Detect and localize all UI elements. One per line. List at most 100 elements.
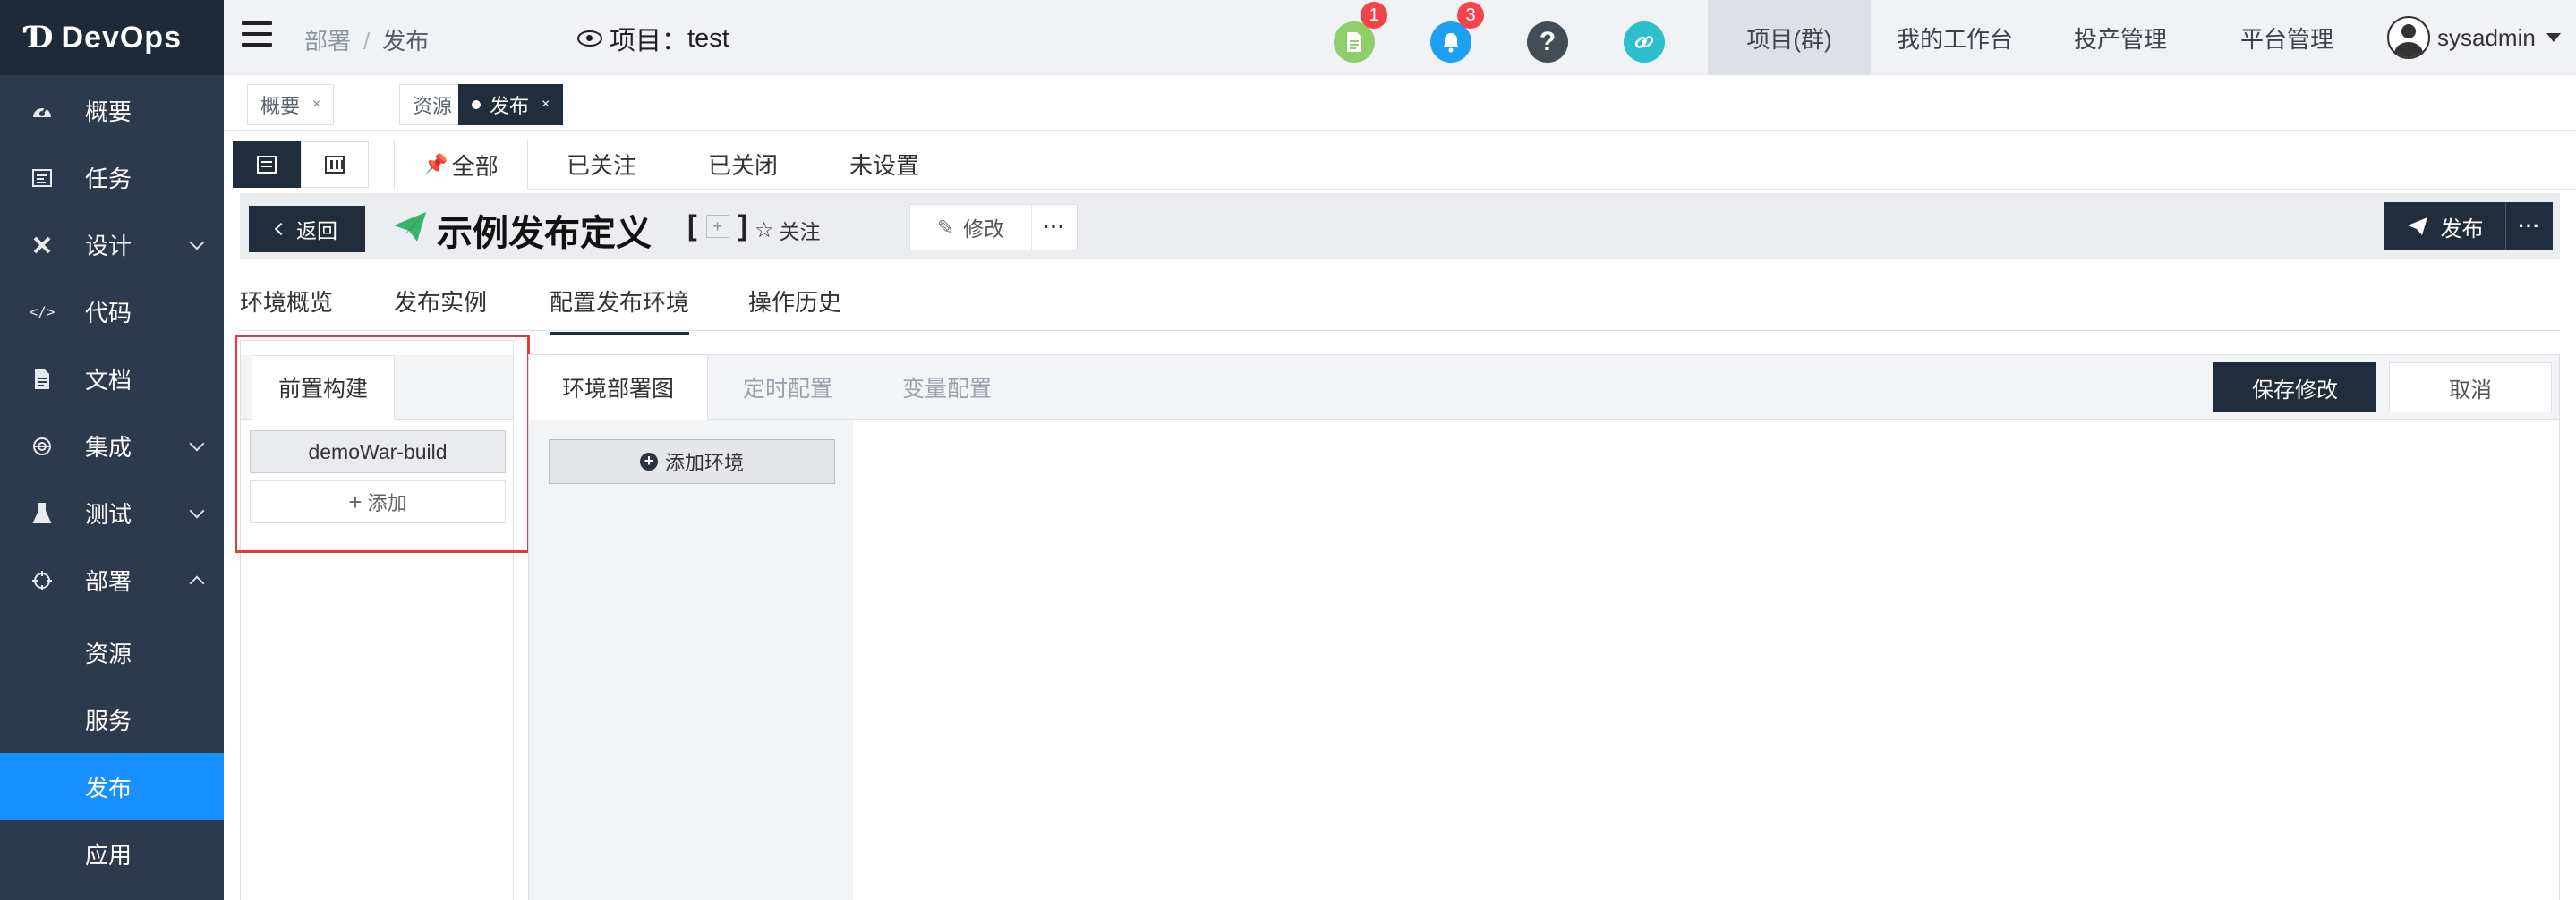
sidebar-subitem-services[interactable]: 服务: [0, 686, 224, 753]
plus-circle-icon: +: [639, 453, 658, 471]
menu-workbench[interactable]: 我的工作台: [1871, 0, 2039, 75]
project-selector[interactable]: 项目： test: [577, 20, 729, 57]
task-icon: [30, 166, 54, 190]
tab-pre-build[interactable]: 前置构建: [252, 355, 395, 420]
notice-count-badge: 1: [1361, 2, 1387, 29]
plus-icon: +: [348, 488, 363, 515]
menu-projects[interactable]: 项目(群): [1708, 0, 1871, 75]
user-menu[interactable]: sysadmin: [2387, 16, 2561, 59]
document-notice-icon[interactable]: 1: [1334, 2, 1387, 63]
help-icon[interactable]: ?: [1527, 21, 1568, 63]
edit-label: 修改: [963, 217, 1005, 241]
sidebar-label: 发布: [85, 775, 132, 802]
menu-production[interactable]: 投产管理: [2039, 0, 2202, 75]
chevron-down-icon: [189, 503, 205, 518]
help-glyph: ?: [1539, 27, 1557, 56]
sidebar-item-design[interactable]: 设计: [0, 211, 224, 278]
tab-deployment-diagram[interactable]: 环境部署图: [529, 355, 708, 420]
devops-logo-icon: Ɗ: [27, 20, 55, 55]
filter-tab-closed[interactable]: 已关闭: [675, 140, 811, 190]
filter-tab-label: 全部: [451, 152, 499, 180]
tab-variable-config[interactable]: 变量配置: [867, 355, 1027, 420]
paper-plane-icon: [2407, 217, 2427, 235]
bell-icon[interactable]: 3: [1430, 2, 1484, 63]
page-tab-label: 发布: [490, 95, 530, 117]
publish-button-group: 发布 ···: [2384, 202, 2553, 250]
tab-configure-environment[interactable]: 配置发布环境: [550, 284, 690, 335]
chevron-left-icon: [274, 222, 288, 236]
sidebar-item-overview[interactable]: 概要: [0, 77, 224, 144]
filter-tab-all[interactable]: 📌 全部: [394, 140, 528, 190]
build-item[interactable]: demoWar-build: [250, 430, 506, 473]
link-icon[interactable]: [1624, 21, 1665, 63]
page-tab-label: 资源: [413, 95, 453, 117]
list-view-icon: [257, 156, 277, 174]
list-view-button[interactable]: [233, 141, 301, 188]
filter-tab-unset[interactable]: 未设置: [816, 140, 952, 190]
tab-release-instances[interactable]: 发布实例: [394, 284, 487, 318]
add-tag-button[interactable]: +: [705, 214, 729, 238]
filter-tab-label: 未设置: [849, 152, 919, 179]
page-tab-overview[interactable]: 概要 ×: [247, 84, 335, 125]
add-build-label: 添加: [367, 492, 407, 514]
sidebar-item-code[interactable]: </> 代码: [0, 278, 224, 345]
menu-label: 投产管理: [2073, 25, 2167, 53]
breadcrumb-separator: /: [363, 28, 371, 55]
test-flask-icon: [30, 502, 54, 525]
close-icon[interactable]: ×: [542, 97, 550, 113]
follow-button[interactable]: ☆ 关注: [755, 215, 821, 245]
eye-icon: [577, 30, 602, 47]
menu-platform[interactable]: 平台管理: [2202, 0, 2372, 75]
app-name: DevOps: [61, 20, 182, 55]
publish-button[interactable]: 发布: [2384, 202, 2506, 250]
sidebar-label: 文档: [85, 367, 132, 394]
avatar-icon: [2387, 16, 2430, 59]
sidebar-item-tasks[interactable]: 任务: [0, 144, 224, 211]
sidebar-subitem-apps[interactable]: 应用: [0, 820, 224, 887]
menu-label: 项目(群): [1746, 25, 1832, 53]
publish-more-button[interactable]: ···: [2506, 202, 2553, 250]
sidebar-item-docs[interactable]: 文档: [0, 345, 224, 412]
add-build-button[interactable]: + 添加: [250, 480, 506, 523]
sidebar-label: 部署: [85, 568, 132, 595]
page-tabs-bar: 概要 × 资源 × 发布 ×: [224, 77, 2576, 131]
tab-operation-history[interactable]: 操作历史: [748, 284, 841, 318]
environment-config-panel: 环境部署图 定时配置 变量配置 保存修改 取消 + 添加环境: [528, 354, 2560, 900]
sidebar-subitem-resources[interactable]: 资源: [0, 619, 224, 686]
paper-plane-icon: [394, 212, 426, 242]
project-prefix: 项目：: [610, 27, 688, 55]
edit-button[interactable]: ✎ 修改: [910, 205, 1032, 250]
breadcrumb: 部署 / 发布: [304, 23, 429, 56]
sidebar-subitem-release[interactable]: 发布: [0, 753, 224, 820]
page-tab-release[interactable]: 发布 ×: [458, 84, 564, 125]
sidebar-item-testing[interactable]: 测试: [0, 480, 224, 547]
back-label: 返回: [296, 219, 337, 242]
board-view-button[interactable]: [301, 141, 369, 188]
sidebar-item-deploy[interactable]: 部署: [0, 547, 224, 614]
sidebar-label: 集成: [85, 434, 132, 461]
save-changes-button[interactable]: 保存修改: [2213, 362, 2376, 412]
menu-toggle-icon[interactable]: [242, 21, 272, 47]
sidebar-label: 资源: [85, 641, 132, 667]
edit-button-group: ✎ 修改 ···: [909, 204, 1078, 250]
sidebar-item-integration[interactable]: 集成: [0, 412, 224, 480]
tab-environment-overview[interactable]: 环境概览: [240, 284, 333, 318]
menu-label: 我的工作台: [1896, 25, 2013, 53]
cancel-button[interactable]: 取消: [2389, 362, 2552, 412]
code-icon: </>: [29, 303, 55, 320]
bracket-open: [: [687, 209, 697, 242]
tab-schedule-config[interactable]: 定时配置: [708, 355, 867, 420]
sidebar-label: 应用: [85, 842, 132, 869]
add-environment-label: 添加环境: [664, 452, 744, 474]
more-options-button[interactable]: ···: [1032, 205, 1077, 250]
filter-tab-label: 已关注: [566, 152, 636, 179]
publish-label: 发布: [2440, 217, 2484, 242]
filter-tab-followed[interactable]: 已关注: [533, 140, 670, 190]
page-tab-label: 概要: [260, 95, 301, 117]
app-logo[interactable]: Ɗ DevOps: [0, 0, 224, 75]
release-title: 示例发布定义: [437, 214, 652, 253]
close-icon[interactable]: ×: [312, 97, 320, 113]
add-environment-button[interactable]: + 添加环境: [549, 439, 835, 484]
back-button[interactable]: 返回: [249, 206, 365, 252]
breadcrumb-item[interactable]: 部署: [304, 28, 351, 55]
